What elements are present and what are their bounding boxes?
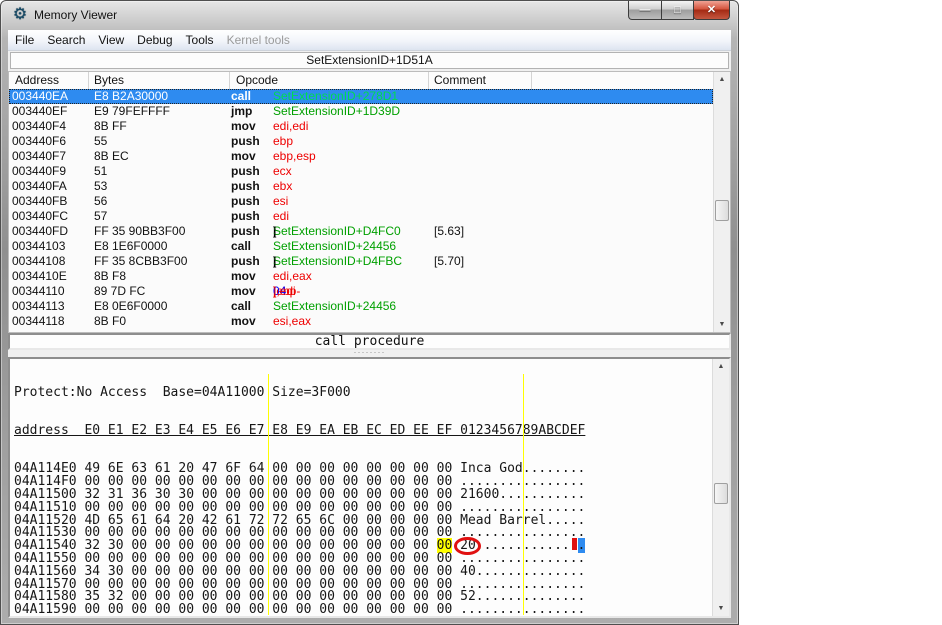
hex-divider-line xyxy=(268,374,269,615)
disasm-row[interactable]: 003440FDFF 35 90BB3F00push[SetExtensionI… xyxy=(9,224,713,239)
close-button[interactable]: ✕ xyxy=(693,1,730,20)
disasm-row[interactable]: 003441188B F0movesi,eax xyxy=(9,314,713,329)
column-separator xyxy=(88,72,89,89)
hexview-rows: 04A114E0 49 6E 63 61 20 47 6F 64 00 00 0… xyxy=(14,463,712,616)
scroll-up-icon[interactable]: ▲ xyxy=(714,72,730,87)
column-separator xyxy=(531,72,532,89)
disassembly-scrollbar[interactable]: ▲ ▼ xyxy=(713,72,730,332)
hexview-panel: Protect:No Access Base=04A11000 Size=3F0… xyxy=(8,357,731,618)
disasm-row[interactable]: 003440FB56pushesi xyxy=(9,194,713,209)
disasm-row[interactable]: 003440F48B FFmovedi,edi xyxy=(9,119,713,134)
minimize-button[interactable]: — xyxy=(628,1,662,20)
ascii-divider-line xyxy=(523,374,524,615)
disasm-row[interactable]: 003440F78B ECmovebp,esp xyxy=(9,149,713,164)
hexview-header: address E0 E1 E2 E3 E4 E5 E6 E7 E8 E9 EA… xyxy=(14,425,712,438)
column-separator xyxy=(229,72,230,89)
scrollbar-thumb[interactable] xyxy=(715,200,729,221)
disassembly-column-header[interactable]: Address Bytes Opcode Comment xyxy=(9,72,713,90)
disasm-row[interactable]: 00344113E8 0E6F0000callSetExtensionID+24… xyxy=(9,299,713,314)
annotation-circle: 20 xyxy=(460,540,476,553)
titlebar[interactable]: ⚙ Memory Viewer — □ ✕ xyxy=(0,0,739,30)
menu-item-file[interactable]: File xyxy=(15,33,34,50)
menu-item-debug[interactable]: Debug xyxy=(137,33,172,50)
disasm-row[interactable]: 0034410E8B F8movedi,eax xyxy=(9,269,713,284)
menu-item-kernel-tools[interactable]: Kernel tools xyxy=(227,33,290,50)
scrollbar-thumb[interactable] xyxy=(714,483,728,504)
cheat-engine-app-icon: ⚙ xyxy=(11,6,29,24)
disassembly-panel: Address Bytes Opcode Comment 003440EAE8 B2A… xyxy=(8,71,731,333)
disasm-row[interactable]: 0034411089 7D FCmov[ebp-04],edi xyxy=(9,284,713,299)
client-area: File Search View Debug Tools Kernel tools Set… xyxy=(8,30,731,618)
memory-viewer-window: ⚙ Memory Viewer — □ ✕ File Search View Debu… xyxy=(0,0,739,625)
disasm-row[interactable]: 003440F951pushecx xyxy=(9,164,713,179)
menu-bar: File Search View Debug Tools Kernel tools xyxy=(8,30,731,51)
maximize-button[interactable]: □ xyxy=(661,1,694,20)
scroll-up-icon[interactable]: ▲ xyxy=(713,359,729,374)
hexview-content[interactable]: Protect:No Access Base=04A11000 Size=3F0… xyxy=(10,359,712,616)
disasm-row[interactable]: 003440F655pushebp xyxy=(9,134,713,149)
disasm-row[interactable]: 003440FA53pushebx xyxy=(9,179,713,194)
window-title: Memory Viewer xyxy=(34,8,117,22)
menu-item-tools[interactable]: Tools xyxy=(186,33,214,50)
panel-splitter[interactable]: ········ xyxy=(8,350,731,357)
disassembly-rows: 003440EAE8 B2A30000callSetExtensionID+27… xyxy=(9,89,713,332)
menu-item-search[interactable]: Search xyxy=(47,33,85,50)
scroll-down-icon[interactable]: ▼ xyxy=(714,317,730,332)
hexview-scrollbar[interactable]: ▲ ▼ xyxy=(712,359,729,616)
menu-item-view[interactable]: View xyxy=(98,33,124,50)
scroll-down-icon[interactable]: ▼ xyxy=(713,601,729,616)
disasm-row[interactable]: 00344103E8 1E6F0000callSetExtensionID+24… xyxy=(9,239,713,254)
disasm-row[interactable]: 003440EFE9 79FEFFFFjmpSetExtensionID+1D3… xyxy=(9,104,713,119)
disasm-row[interactable]: 00344108FF 35 8CBB3F00push[SetExtensionI… xyxy=(9,254,713,269)
disasm-row[interactable]: 003440EAE8 B2A30000callSetExtensionID+27… xyxy=(9,89,713,104)
window-controls: — □ ✕ xyxy=(629,1,730,21)
column-header-bytes: Bytes xyxy=(94,73,124,87)
column-header-address: Address xyxy=(15,73,59,87)
column-header-opcode: Opcode xyxy=(236,73,278,87)
disasm-row[interactable]: 003440FC57pushedi xyxy=(9,209,713,224)
column-separator xyxy=(428,72,429,89)
column-header-comment: Comment xyxy=(434,73,486,87)
hexview-info-line: Protect:No Access Base=04A11000 Size=3F0… xyxy=(14,387,712,400)
symbol-address-bar[interactable]: SetExtensionID+1D51A xyxy=(10,52,729,69)
